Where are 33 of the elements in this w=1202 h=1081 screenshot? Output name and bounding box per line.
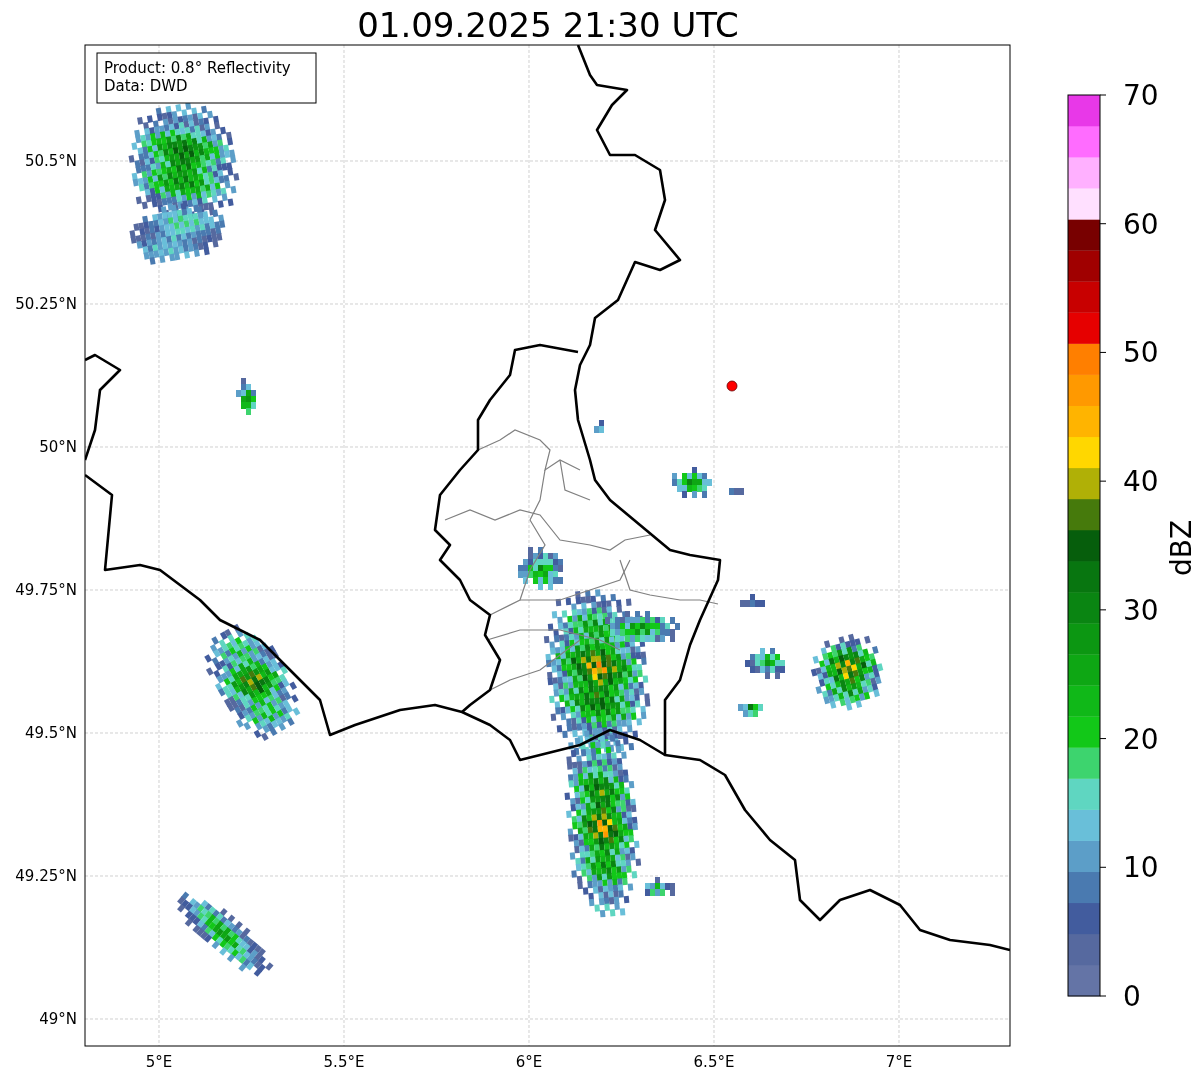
latitude-label: 49.5°N [24, 724, 77, 742]
radar-site-marker [726, 380, 738, 392]
radar-echo [645, 877, 675, 896]
info-text: Product: 0.8° Reflectivity [104, 59, 291, 77]
colorbar-tick-label: 20 [1123, 722, 1159, 756]
latitude-label: 49.25°N [15, 867, 77, 885]
colorbar-tick-label: 50 [1123, 336, 1159, 370]
chart-title: 01.09.2025 21:30 UTC [357, 5, 739, 45]
longitude-label: 7°E [885, 1053, 913, 1071]
longitude-label: 6°E [515, 1053, 543, 1071]
radar-echo [729, 488, 744, 495]
colorbar-tick-label: 0 [1123, 980, 1141, 1013]
latitude-label: 50°N [39, 438, 77, 456]
colorbar-tick-label: 60 [1123, 207, 1159, 241]
colorbar-tick-label: 70 [1123, 79, 1159, 112]
radar-echo [738, 704, 763, 717]
radar-echo [236, 378, 256, 415]
latitude-label: 49.75°N [15, 581, 77, 599]
longitude-label: 5.5°E [323, 1053, 365, 1071]
info-text: Data: DWD [104, 77, 188, 95]
longitude-label: 5°E [145, 1053, 173, 1071]
radar-echo [745, 648, 785, 679]
colorbar-tick-label: 10 [1123, 851, 1159, 885]
latitude-label: 50.25°N [15, 295, 77, 313]
colorbar-tick-label: 40 [1123, 465, 1159, 499]
latitude-label: 50.5°N [24, 152, 77, 170]
colorbar-label: dBZ [1165, 519, 1198, 577]
colorbar-tick-label: 30 [1123, 593, 1159, 627]
longitude-label: 6.5°E [693, 1053, 735, 1071]
radar-echo [740, 594, 765, 607]
latitude-label: 49°N [39, 1010, 77, 1028]
radar-echo [672, 467, 712, 498]
radar-echo [594, 420, 604, 433]
